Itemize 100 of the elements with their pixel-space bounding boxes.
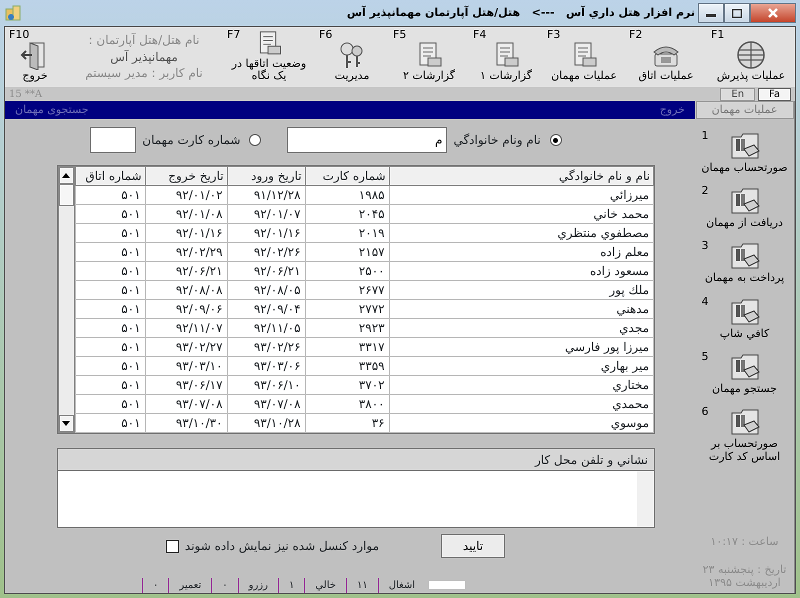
table-cell: ۵۰۱ [75, 204, 146, 224]
legend-label: اشغال [378, 578, 425, 592]
column-header[interactable]: تاريخ ورود [227, 166, 306, 186]
table-cell: ۵۰۱ [75, 186, 146, 204]
table-cell: مختاري [389, 376, 654, 394]
scroll-up-button[interactable] [59, 167, 74, 184]
item-label: کافي شاپ [720, 326, 770, 340]
address-title: نشاني و تلفن محل کار [534, 452, 648, 468]
table-cell: ۲۹۲۳ [305, 318, 390, 338]
table-cell: ۵۰۱ [75, 300, 146, 318]
table-cell: ۹۳/۰۷/۰۸ [227, 394, 306, 414]
toolbar-label: عمليات پذيرش [716, 70, 786, 83]
toolbar-label: مديريت [334, 70, 370, 83]
table-cell: ۹۳/۰۲/۲۷ [145, 338, 228, 356]
table-cell: ۲۰۱۹ [305, 224, 390, 242]
up-arrow-icon [62, 173, 70, 178]
toolbar-label: وضعيت اتاقها در يک نگاه [230, 58, 308, 83]
scroll-down-button[interactable] [59, 415, 74, 432]
legend-count: ۱ [278, 578, 304, 592]
checkbox[interactable] [166, 540, 179, 552]
shortcut-key: F3 [547, 29, 560, 42]
shortcut-key: F4 [473, 29, 486, 42]
shortcut-key: F6 [319, 29, 332, 42]
table-cell: ۳۳۵۹ [305, 356, 390, 376]
table-cell: ۲۰۴۵ [305, 204, 390, 224]
table-cell: مجدي [389, 318, 654, 338]
table-cell: ميرزا پور فارسي [389, 338, 654, 356]
hotel-name-label: نام هتل/هتل آپارتمان : [88, 32, 200, 49]
ok-button[interactable]: تاييد [441, 534, 505, 558]
table-cell: ۵۰۱ [75, 376, 146, 394]
column-header[interactable]: نام و نام خانوادگي [389, 166, 654, 186]
close-button[interactable] [750, 3, 796, 23]
table-cell: ۵۰۱ [75, 224, 146, 242]
scrollbar[interactable] [637, 471, 654, 527]
maximize-icon [732, 8, 742, 18]
checkbox-label: موارد کنسل شده نيز نمايش داده شوند [184, 538, 379, 555]
table-cell: ۳۸۰۰ [305, 394, 390, 414]
table-cell: ۲۶۷۷ [305, 280, 390, 300]
language-tab[interactable]: En [720, 88, 756, 100]
table-cell: مدهني [389, 300, 654, 318]
legend-label: تعمير [168, 578, 212, 592]
table-cell: ۹۱/۱۲/۲۸ [227, 186, 306, 204]
table-cell: محمدي [389, 394, 654, 414]
table-cell: ۹۳/۰۳/۰۶ [227, 356, 306, 376]
shortcut-key: F5 [393, 29, 406, 42]
table-cell: ۹۲/۰۱/۰۲ [145, 186, 228, 204]
item-number: 2 [702, 184, 708, 198]
item-label: جستجو مهمان [712, 382, 777, 395]
toolbar-label: گزارشات ۱ [480, 70, 532, 83]
maximize-button[interactable] [724, 3, 750, 23]
radio-label: نام ونام خانوادگي [453, 132, 541, 149]
table-cell: ۹۳/۰۷/۰۸ [145, 394, 228, 414]
globe-icon [736, 40, 766, 70]
language-tab[interactable]: Fa [758, 88, 791, 100]
table-cell: ۹۲/۰۹/۰۶ [145, 300, 228, 318]
item-label: پرداخت به مهمان [704, 271, 784, 285]
table-cell: ۹۳/۱۰/۳۰ [145, 414, 228, 432]
table-cell: ۵۰۱ [75, 318, 146, 338]
radio-button[interactable] [249, 134, 262, 146]
table-cell: ۹۲/۰۲/۲۹ [145, 242, 228, 262]
table-cell: ۹۲/۱۱/۰۵ [227, 318, 306, 338]
item-number: 4 [702, 294, 708, 308]
table-cell: ۲۵۰۰ [305, 262, 390, 280]
toolbar-label: گزارشات ۲ [402, 70, 456, 83]
radio-button[interactable] [550, 134, 562, 146]
table-cell: ۹۲/۰۸/۰۵ [227, 280, 306, 300]
shortcut-key: F1 [711, 29, 724, 42]
version-code: 15 **A [9, 88, 42, 102]
table-cell: ۹۲/۰۸/۰۸ [145, 280, 228, 300]
item-number: 5 [702, 350, 708, 363]
item-label: صورتحساب مهمان [701, 161, 788, 174]
table-cell: ۹۲/۰۱/۱۶ [145, 224, 228, 242]
legend-count: ۱۱ [346, 578, 378, 592]
user-name: نام کاربر : مدير سيستم [85, 65, 203, 82]
legend-swatch [429, 581, 465, 589]
table-cell: محمد خاني [389, 204, 654, 224]
scroll-thumb[interactable] [59, 184, 74, 206]
item-number: 3 [702, 239, 708, 253]
column-header[interactable]: شماره اتاق [75, 166, 146, 186]
minimize-button[interactable] [698, 3, 724, 23]
table-cell: ۱۹۸۵ [305, 186, 390, 204]
table-cell: مصطفوي منتظري [389, 224, 654, 242]
table-cell: ۹۳/۰۳/۱۰ [145, 356, 228, 376]
table-cell: ۳۶ [305, 414, 390, 432]
app-icon [4, 4, 22, 22]
shortcut-key: F7 [227, 29, 240, 42]
table-cell: ۲۱۵۷ [305, 242, 390, 262]
column-header[interactable]: تاريخ خروج [145, 166, 228, 186]
search-field[interactable]: م [287, 127, 448, 153]
column-header[interactable]: شماره کارت [305, 166, 390, 186]
table-cell: ملك پور [389, 280, 654, 300]
table-cell: ۹۲/۰۱/۰۸ [145, 204, 228, 224]
exit-label: خروج [660, 102, 685, 118]
table-cell: ۲۷۷۲ [305, 300, 390, 318]
table-cell: ۹۲/۰۱/۰۷ [227, 204, 306, 224]
search-field[interactable] [90, 127, 136, 153]
radio-label: شماره کارت مهمان [142, 132, 240, 149]
item-label: دريافت از مهمان [706, 216, 783, 230]
shortcut-key: F10 [9, 29, 30, 42]
table-cell: ۳۳۱۷ [305, 338, 390, 356]
